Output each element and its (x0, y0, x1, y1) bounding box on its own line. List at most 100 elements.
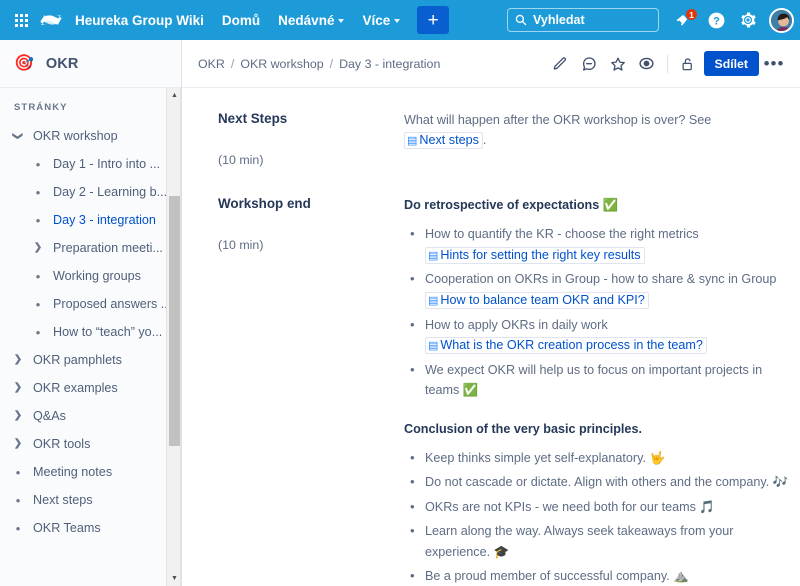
emoji: ⛰️ (673, 568, 689, 583)
sidebar-item-okr-pamphlets[interactable]: ❯ OKR pamphlets (0, 346, 181, 374)
sidebar-item-label: Proposed answers ... (53, 296, 171, 311)
page-tree-scroll-area: STRÁNKY ❮ OKR workshop • Day 1 - Intro into… (0, 88, 181, 586)
user-avatar-image (771, 9, 792, 31)
sidebar-item-how-to-teach-yo[interactable]: • How to “teach” yo... (0, 318, 181, 346)
sidebar-item-day-2-learning-b[interactable]: • Day 2 - Learning b... (0, 178, 181, 206)
page-link[interactable]: ▤ Hints for setting the right key results (425, 246, 645, 264)
chevron-right-icon[interactable]: ❯ (10, 355, 26, 365)
help-button[interactable]: ? (701, 5, 731, 35)
edit-icon[interactable] (547, 51, 573, 77)
page-link-label: What is the OKR creation process in the … (440, 338, 703, 353)
nav-link-more-label: Více (362, 12, 391, 28)
sidebar-item-working-groups[interactable]: • Working groups (0, 262, 181, 290)
page-link-next-steps[interactable]: ▤ Next steps (404, 132, 483, 150)
paragraph: What will happen after the OKR workshop … (404, 110, 790, 151)
watch-eye-icon[interactable] (634, 51, 660, 77)
settings-button[interactable] (733, 5, 763, 35)
sidebar-item-okr-teams[interactable]: • OKR Teams (0, 514, 181, 542)
scrollbar-up-arrow[interactable]: ▲ (167, 88, 181, 103)
section-duration: (10 min) (218, 153, 264, 168)
page-link-label: Next steps (419, 133, 479, 148)
notifications-button[interactable]: 1 (669, 5, 699, 35)
breadcrumb-separator: / (230, 56, 235, 71)
emoji: 🎶 (772, 475, 789, 490)
emoji: 🤟 (649, 451, 666, 465)
section-body: What will happen after the OKR workshop … (404, 110, 790, 169)
page-link-label: How to balance team OKR and KPI? (440, 292, 645, 307)
help-circle-icon: ? (708, 12, 724, 28)
nav-link-home[interactable]: Domů (213, 7, 269, 34)
sidebar-item-label: OKR examples (33, 380, 118, 395)
avatar[interactable] (769, 7, 794, 33)
more-actions-button[interactable]: ••• (762, 51, 786, 77)
list-item-text: Do not cascade or dictate. Align with ot… (425, 475, 770, 490)
list-item: Learn along the way. Always seek takeawa… (406, 520, 790, 562)
conclusion-bullet-list: Keep thinks simple yet self-explanatory.… (406, 447, 790, 586)
sidebar-item-next-steps[interactable]: • Next steps (0, 486, 181, 514)
space-name: OKR (45, 55, 79, 72)
share-button-label: Sdílet (714, 56, 748, 71)
breadcrumb-item-1[interactable]: OKR workshop (240, 57, 323, 71)
comment-icon[interactable] (576, 51, 602, 77)
share-button[interactable]: Sdílet (703, 51, 759, 76)
section-meta: Workshop end (10 min) (218, 195, 404, 586)
sidebar-item-day-1-intro-into[interactable]: • Day 1 - Intro into ... (0, 150, 181, 178)
page-link[interactable]: ▤ What is the OKR creation process in the… (425, 337, 707, 355)
chevron-right-icon[interactable]: ❯ (10, 439, 26, 449)
list-item: How to quantify the KR - choose the righ… (406, 223, 790, 265)
sidebar-item-proposed-answers[interactable]: • Proposed answers ... (0, 290, 181, 318)
create-button[interactable]: + (417, 6, 450, 34)
sidebar-item-label: Meeting notes (33, 464, 113, 479)
page-content: Next Steps (10 min) What will happen aft… (182, 88, 800, 586)
global-nav-right-group: Vyhledat 1 ? (507, 0, 794, 40)
app-switcher-grid-icon[interactable] (6, 5, 36, 35)
space-header[interactable]: 🎯 OKR (0, 40, 181, 88)
section-title: Next Steps (218, 111, 288, 126)
nav-link-more[interactable]: Více (353, 7, 409, 34)
sidebar-item-label: OKR Teams (33, 520, 101, 535)
search-input[interactable]: Vyhledat (507, 8, 659, 32)
emoji: ✅ (462, 383, 479, 398)
chevron-right-icon[interactable]: ❯ (30, 243, 46, 253)
sidebar-item-label: Q&As (33, 408, 66, 423)
star-icon[interactable] (605, 51, 631, 77)
nav-link-recent[interactable]: Nedávné (269, 7, 353, 34)
sidebar-item-okr-tools[interactable]: ❯ OKR tools (0, 430, 181, 458)
retrospective-heading-text: Do retrospective of expectations (404, 197, 600, 212)
page-header: OKR / OKR workshop / Day 3 - integration (182, 40, 800, 88)
sidebar-scrollbar[interactable]: ▲ ▼ (166, 88, 181, 586)
retrospective-bullet-list: How to quantify the KR - choose the righ… (406, 223, 790, 400)
chevron-right-icon[interactable]: ❯ (10, 411, 26, 421)
list-item: Do not cascade or dictate. Align with ot… (406, 471, 790, 492)
list-item-text: Learn along the way. Always seek takeawa… (425, 524, 734, 559)
sidebar-item-label: Next steps (33, 492, 93, 507)
breadcrumb-item-0[interactable]: OKR (198, 57, 225, 71)
page-link[interactable]: ▤ How to balance team OKR and KPI? (425, 291, 649, 309)
page-link-icon: ▤ (428, 249, 439, 262)
scrollbar-thumb[interactable] (169, 196, 180, 446)
restrictions-lock-icon[interactable] (675, 51, 701, 77)
sidebar-item-okr-examples[interactable]: ❯ OKR examples (0, 374, 181, 402)
page-link-icon: ▤ (428, 340, 439, 353)
global-navigation-bar: Heureka Group Wiki Domů Nedávné Více + V… (0, 0, 800, 40)
sidebar-item-q-as[interactable]: ❯ Q&As (0, 402, 181, 430)
page-shell: 🎯 OKR STRÁNKY ❮ OKR workshop • Day 1 - Intr… (0, 40, 800, 586)
conclusion-heading: Conclusion of the very basic principles. (404, 421, 642, 436)
scrollbar-down-arrow[interactable]: ▼ (167, 571, 181, 586)
product-home-link[interactable]: Heureka Group Wiki (66, 7, 213, 34)
more-actions-label: ••• (763, 53, 785, 73)
chevron-right-icon[interactable]: ❯ (10, 383, 26, 393)
confluence-logo-icon[interactable] (36, 5, 66, 35)
breadcrumb-item-2[interactable]: Day 3 - integration (339, 57, 440, 71)
page-tree: ❮ OKR workshop • Day 1 - Intro into ... • Day… (0, 122, 181, 542)
target-icon: 🎯 (14, 54, 34, 72)
sidebar-resize-handle[interactable] (180, 88, 182, 586)
list-item-text: How to apply OKRs in daily work (425, 317, 608, 332)
pages-section-label: STRÁNKY (14, 102, 68, 113)
sidebar-item-day-3-integration[interactable]: • Day 3 - integration (0, 206, 181, 234)
sidebar-item-okr-workshop[interactable]: ❮ OKR workshop (0, 122, 181, 150)
chevron-down-icon[interactable]: ❮ (12, 128, 23, 144)
sidebar-item-meeting-notes[interactable]: • Meeting notes (0, 458, 181, 486)
nav-link-home-label: Domů (221, 12, 261, 28)
sidebar-item-preparation-meeti[interactable]: ❯ Preparation meeti... (0, 234, 181, 262)
